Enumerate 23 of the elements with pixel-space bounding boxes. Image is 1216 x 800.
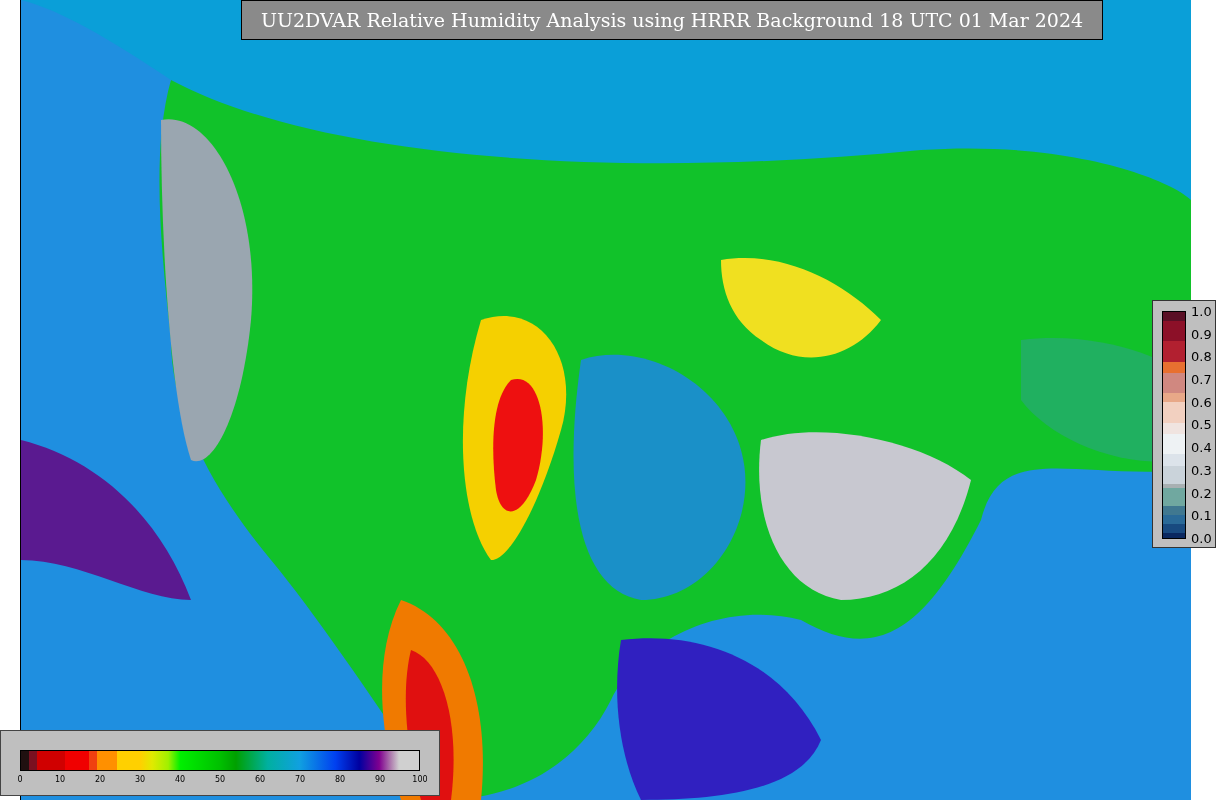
tick-label: 0.0 [1191,531,1212,545]
tick-label: 70 [294,775,306,785]
tick-label: 0 [17,775,23,785]
tick-label: 40 [174,775,186,785]
tick-label: 20 [94,775,106,785]
tick-label: 0.5 [1191,418,1212,432]
tick-label: 0.9 [1191,327,1212,341]
tick-label: 10 [54,775,66,785]
tick-label: 80 [334,775,346,785]
tick-label: 0.8 [1191,350,1212,364]
tick-label: 60 [254,775,266,785]
tick-label: 0.4 [1191,441,1212,455]
tick-label: 1.0 [1191,305,1212,318]
tick-label: 30 [134,775,146,785]
tick-label: 0.2 [1191,486,1212,500]
tick-label: 0.6 [1191,395,1212,409]
map-title: UU2DVAR Relative Humidity Analysis using HRRR Background 18 UTC 01 Mar 2024 [241,0,1103,40]
tick-label: 50 [214,775,226,785]
tick-label: 0.7 [1191,373,1212,387]
tick-label: 90 [374,775,386,785]
tick-label: 0.1 [1191,509,1212,523]
tick-label: 0.3 [1191,463,1212,477]
tick-label: 100 [412,775,428,785]
